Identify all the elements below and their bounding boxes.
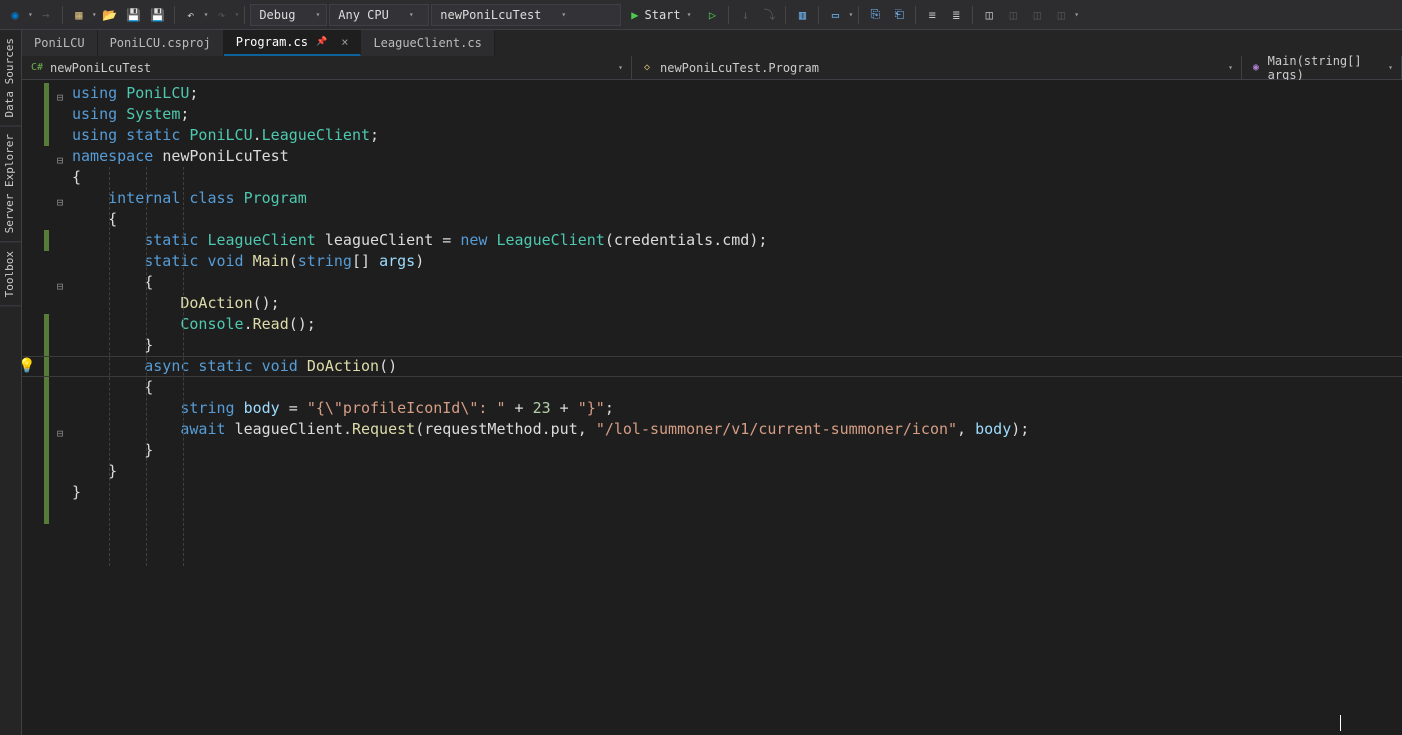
side-tab-serverexplorer[interactable]: Server Explorer [0, 126, 21, 242]
code-line[interactable]: using PoniLCU; [72, 83, 1402, 104]
save-all-icon[interactable]: 💾 [147, 4, 169, 26]
pin-icon[interactable]: 📌 [316, 37, 327, 47]
side-tab-datasources[interactable]: Data Sources [0, 30, 21, 126]
nav-scope[interactable]: C# newPoniLcuTest▾ [22, 56, 632, 79]
nav-forward-icon: → [35, 4, 57, 26]
code-line[interactable]: static LeagueClient leagueClient = new L… [72, 230, 1402, 251]
code-line[interactable]: } [72, 461, 1402, 482]
bookmark-prev-icon: ◫ [1002, 4, 1024, 26]
play-icon: ▶ [631, 8, 638, 22]
bookmark-next-icon: ◫ [1026, 4, 1048, 26]
step-over-icon: ⤵ [758, 4, 780, 26]
fold-toggle-icon[interactable]: ⊟ [54, 192, 66, 213]
platform-label: Any CPU [338, 8, 389, 22]
comment-icon[interactable]: ⎘ [864, 4, 886, 26]
code-line[interactable]: } [72, 335, 1402, 356]
code-line[interactable]: namespace newPoniLcuTest [72, 146, 1402, 167]
tab-program[interactable]: Program.cs📌 [224, 30, 362, 56]
code-line[interactable]: async static void DoAction() [72, 356, 1402, 377]
save-icon[interactable]: 💾 [123, 4, 145, 26]
nav-class[interactable]: ◇ newPoniLcuTest.Program▾ [632, 56, 1242, 79]
code-line[interactable]: using static PoniLCU.LeagueClient; [72, 125, 1402, 146]
platform-dropdown[interactable]: Any CPU▾ [329, 4, 429, 26]
fold-toggle-icon[interactable]: ⊟ [54, 276, 66, 297]
project-label: newPoniLcuTest [440, 8, 541, 22]
fold-toggle-icon[interactable]: ⊟ [54, 87, 66, 108]
outdent-icon[interactable]: ≣ [945, 4, 967, 26]
open-file-icon[interactable]: 📂 [99, 4, 121, 26]
redo-icon: ↷ [210, 4, 232, 26]
code-line[interactable]: { [72, 167, 1402, 188]
uncomment-icon[interactable]: ⎗ [888, 4, 910, 26]
tab-ponilcu[interactable]: PoniLCU [22, 30, 98, 56]
config-dropdown[interactable]: Debug▾ [250, 4, 327, 26]
fold-toggle-icon[interactable]: ⊟ [54, 150, 66, 171]
code-line[interactable]: } [72, 440, 1402, 461]
code-line[interactable]: static void Main(string[] args) [72, 251, 1402, 272]
start-nodebug-icon[interactable]: ▷ [701, 4, 723, 26]
code-line[interactable]: using System; [72, 104, 1402, 125]
code-line[interactable]: { [72, 209, 1402, 230]
lightbulb-icon[interactable]: 💡 [22, 356, 35, 377]
bookmark-icon[interactable]: ◫ [978, 4, 1000, 26]
indent-icon[interactable]: ≡ [921, 4, 943, 26]
bookmark-clear-icon: ◫ [1050, 4, 1072, 26]
class-icon: ◇ [640, 61, 654, 75]
text-caret [1340, 715, 1341, 731]
tab-leagueclient[interactable]: LeagueClient.cs [361, 30, 494, 56]
start-label: Start [645, 8, 681, 22]
code-line[interactable]: DoAction(); [72, 293, 1402, 314]
new-project-icon[interactable]: ▦ [68, 4, 90, 26]
document-tabs: PoniLCU PoniLCU.csproj Program.cs📌 Leagu… [0, 30, 1402, 56]
code-line[interactable]: } [72, 482, 1402, 503]
code-editor[interactable]: 💡 ⊟ ⊟ ⊟ ⊟ ⊟ using PoniLCU;using System;using … [22, 80, 1402, 735]
main-toolbar: ◉ ▾ → ▦ ▾ 📂 💾 💾 ↶ ▾ ↷ ▾ Debug▾ Any CPU▾ … [0, 0, 1402, 30]
nav-member[interactable]: ◉ Main(string[] args)▾ [1242, 56, 1402, 79]
code-line[interactable]: { [72, 377, 1402, 398]
code-line[interactable]: string body = "{\"profileIconId\": " + 2… [72, 398, 1402, 419]
window-icon[interactable]: ▭ [824, 4, 846, 26]
nav-bar: C# newPoniLcuTest▾ ◇ newPoniLcuTest.Prog… [22, 56, 1402, 80]
fold-toggle-icon[interactable]: ⊟ [54, 423, 66, 444]
code-line[interactable]: Console.Read(); [72, 314, 1402, 335]
csharp-icon: C# [30, 61, 44, 75]
config-label: Debug [259, 8, 295, 22]
undo-icon[interactable]: ↶ [180, 4, 202, 26]
nav-back-icon[interactable]: ◉ [4, 4, 26, 26]
start-button[interactable]: ▶ Start ▾ [623, 4, 699, 26]
method-icon: ◉ [1250, 61, 1262, 75]
step-icon: ↓ [734, 4, 756, 26]
project-dropdown[interactable]: newPoniLcuTest▾ [431, 4, 621, 26]
code-line[interactable]: { [72, 272, 1402, 293]
tab-csproj[interactable]: PoniLCU.csproj [98, 30, 224, 56]
code-line[interactable]: await leagueClient.Request(requestMethod… [72, 419, 1402, 440]
code-line[interactable]: internal class Program [72, 188, 1402, 209]
side-tab-toolbox[interactable]: Toolbox [0, 243, 21, 306]
layout-icon[interactable]: ▥ [791, 4, 813, 26]
side-panel-container: Data Sources Server Explorer Toolbox [0, 30, 22, 735]
